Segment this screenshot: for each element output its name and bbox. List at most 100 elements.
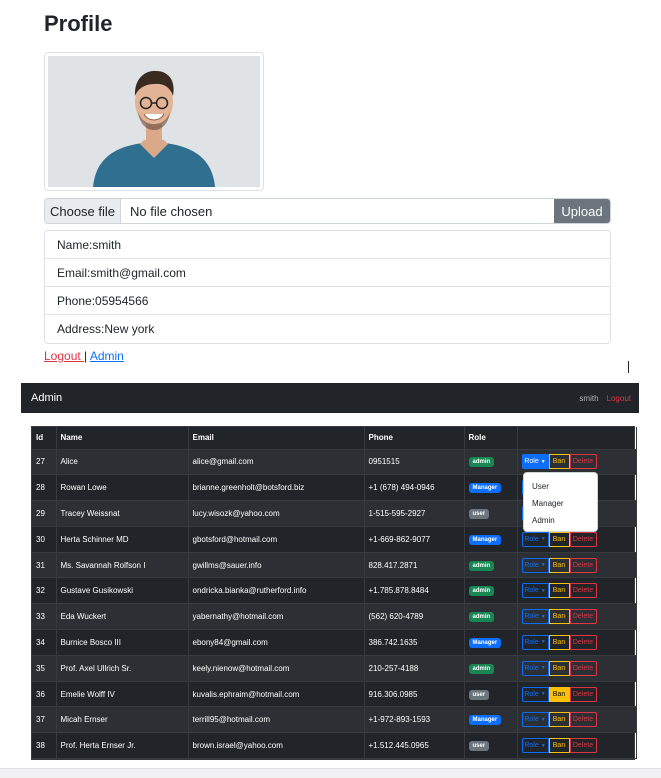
file-upload-group: Choose file No file chosen Upload	[44, 198, 611, 224]
cell-id: 27	[32, 449, 57, 476]
cell-email: gbotsford@hotmail.com	[188, 526, 365, 553]
role-badge: Manager	[468, 534, 502, 545]
ban-button[interactable]: Ban	[548, 557, 570, 573]
ban-button[interactable]: Ban	[548, 531, 570, 547]
cell-actions: Role▼BanDelete	[517, 449, 637, 476]
cell-role: user	[464, 500, 518, 527]
bottom-scroll-bar	[0, 768, 661, 778]
dropdown-item-user[interactable]: User	[524, 478, 597, 495]
caret-down-icon: ▼	[540, 742, 546, 749]
ban-button[interactable]: Ban	[548, 660, 570, 676]
ban-button[interactable]: Ban	[548, 609, 570, 625]
admin-link[interactable]: Admin	[90, 349, 124, 363]
cell-id: 33	[32, 603, 57, 631]
caret-down-icon: ▼	[540, 458, 546, 465]
cell-name: Alice	[56, 449, 189, 476]
ban-button[interactable]: Ban	[548, 686, 570, 702]
delete-button[interactable]: Delete	[569, 454, 597, 470]
delete-button[interactable]: Delete	[569, 583, 597, 599]
delete-button[interactable]: Delete	[569, 712, 597, 728]
navbar-right: smith Logout	[579, 394, 631, 403]
cell-name: Tracey Weissnat	[56, 500, 189, 527]
cell-id: 30	[32, 526, 57, 553]
role-badge: user	[468, 741, 490, 752]
action-buttons: Role▼BanDelete	[521, 634, 636, 650]
role-button[interactable]: Role▼	[521, 686, 549, 702]
cell-phone: 1-515-595-2927	[364, 500, 465, 527]
cell-phone: +1 (678) 494-0946	[364, 474, 465, 502]
role-button[interactable]: Role▼	[521, 531, 549, 547]
profile-info-list: Name:smith Email:smith@gmail.com Phone:0…	[44, 230, 611, 344]
role-button[interactable]: Role▼	[521, 738, 549, 754]
table-row: 32 Gustave Gusikowski ondricka.bianka@ruth…	[32, 577, 637, 605]
dropdown-item-admin[interactable]: Admin	[524, 512, 597, 529]
ban-button[interactable]: Ban	[548, 583, 570, 599]
cell-id: 29	[32, 500, 57, 527]
header-actions	[517, 427, 637, 450]
role-button-label: Role	[524, 638, 539, 646]
dropdown-item-manager[interactable]: Manager	[524, 495, 597, 512]
role-button-label: Role	[524, 664, 539, 672]
role-badge: Manager	[468, 715, 502, 726]
upload-button[interactable]: Upload	[554, 199, 610, 223]
cell-phone: +1-972-893-1593	[364, 706, 465, 734]
navbar-logout-link[interactable]: Logout	[607, 394, 631, 403]
role-badge: admin	[468, 663, 495, 674]
cell-name: Ms. Savannah Rolfson I	[56, 552, 189, 579]
cell-email: terrill95@hotmail.com	[188, 706, 365, 734]
role-button[interactable]: Role▼	[521, 660, 549, 676]
cell-actions: Role▼BanDelete	[517, 681, 637, 708]
cell-role: Manager	[464, 629, 518, 656]
role-button[interactable]: Role▼	[521, 609, 549, 625]
navbar-brand[interactable]: Admin	[31, 392, 62, 404]
delete-button[interactable]: Delete	[569, 634, 597, 650]
caret-down-icon: ▼	[540, 665, 546, 672]
role-button[interactable]: Role▼	[521, 712, 549, 728]
choose-file-button[interactable]: Choose file	[45, 199, 121, 223]
file-status-text: No file chosen	[130, 203, 213, 219]
delete-button[interactable]: Delete	[569, 609, 597, 625]
cell-actions: Role▼BanDelete	[517, 552, 637, 579]
logout-link[interactable]: Logout	[44, 349, 84, 363]
table-row: 36 Emelie Wolff IV kuvalis.ephraim@hotmail…	[32, 681, 637, 708]
header-role: Role	[464, 427, 518, 450]
delete-button[interactable]: Delete	[569, 686, 597, 702]
role-button[interactable]: Role▼	[521, 454, 549, 470]
ban-button[interactable]: Ban	[548, 634, 570, 650]
role-button[interactable]: Role▼	[521, 557, 549, 573]
cell-phone: (562) 620-4789	[364, 603, 465, 631]
ban-button[interactable]: Ban	[548, 454, 570, 470]
cell-id: 28	[32, 474, 57, 502]
table-row: 38 Prof. Herta Ernser Jr. brown.israel@yah…	[32, 732, 637, 760]
action-buttons: Role▼BanDelete	[521, 583, 636, 599]
cell-role: Manager	[464, 706, 518, 734]
role-badge: Manager	[468, 483, 502, 494]
role-button[interactable]: Role▼	[521, 583, 549, 599]
caret-down-icon: ▼	[540, 691, 546, 698]
caret-down-icon: ▼	[540, 536, 546, 543]
cell-id: 35	[32, 655, 57, 682]
text-cursor	[628, 361, 629, 373]
cell-phone: +1.512.445.0965	[364, 732, 465, 760]
table-row: 27 Alice alice@gmail.com 0951515 admin Role ▼ B…	[32, 449, 637, 476]
cell-phone: 916.306.0985	[364, 681, 465, 708]
ban-button[interactable]: Ban	[548, 712, 570, 728]
delete-button[interactable]: Delete	[569, 557, 597, 573]
admin-navbar: Admin smith Logout	[21, 383, 639, 413]
cell-email: brianne.greenholt@botsford.biz	[188, 474, 365, 502]
delete-button[interactable]: Delete	[569, 660, 597, 676]
cell-email: alice@gmail.com	[188, 449, 365, 476]
cell-phone: 210-257-4188	[364, 655, 465, 682]
role-badge: Manager	[468, 637, 502, 648]
ban-button[interactable]: Ban	[548, 738, 570, 754]
role-button[interactable]: Role▼	[521, 634, 549, 650]
person-photo-icon	[48, 56, 260, 187]
cell-email: ondricka.bianka@rutherford.info	[188, 577, 365, 605]
delete-button[interactable]: Delete	[569, 738, 597, 754]
delete-button[interactable]: Delete	[569, 531, 597, 547]
avatar	[48, 56, 260, 187]
role-button-label: Role	[524, 535, 539, 543]
cell-actions: Role▼BanDelete	[517, 732, 637, 760]
cell-id: 31	[32, 552, 57, 579]
caret-down-icon: ▼	[540, 639, 546, 646]
